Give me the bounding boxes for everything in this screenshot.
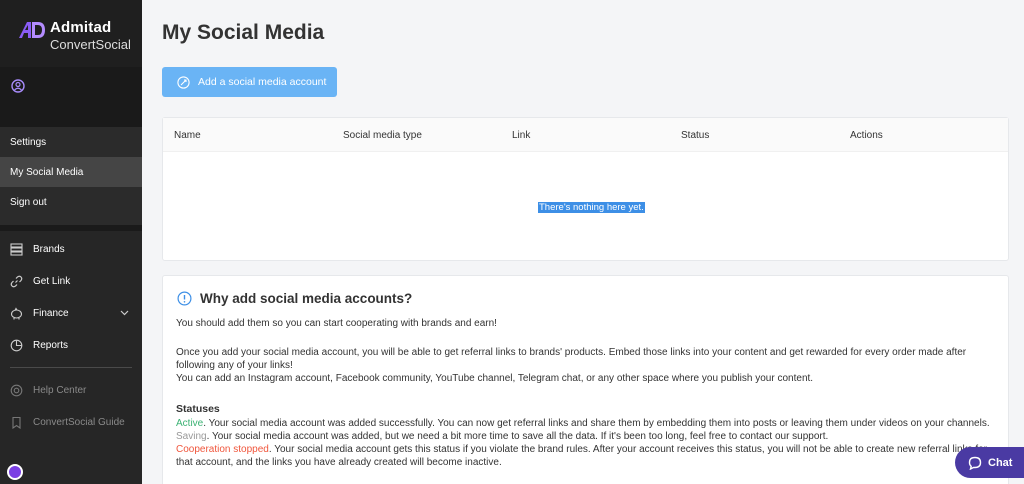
pie-chart-icon <box>10 339 23 351</box>
column-header-status[interactable]: Status <box>681 130 709 141</box>
bookmark-icon <box>12 416 21 429</box>
social-media-table: Name Social media type Link Status Actio… <box>162 117 1009 261</box>
brand-title: Admitad <box>50 19 112 36</box>
nav-item-brands[interactable]: Brands <box>0 233 142 265</box>
user-menu-spacer <box>0 217 142 225</box>
admitad-logo-icon <box>19 22 45 38</box>
status-stopped-description: Cooperation stopped. Your social media a… <box>176 443 1006 469</box>
status-stopped-label: Cooperation stopped <box>176 444 269 455</box>
status-saving-text: . Your social media account was added, b… <box>206 431 829 442</box>
help-icon <box>10 384 23 396</box>
status-active-description: Active. Your social media account was ad… <box>176 417 1006 430</box>
sidebar: Admitad ConvertSocial Settings My Social… <box>0 0 142 484</box>
nav-label: Finance <box>33 307 69 319</box>
user-menu: Settings My Social Media Sign out <box>0 127 142 225</box>
main-content: My Social Media Add a social media accou… <box>142 0 1024 484</box>
nav-item-help-center[interactable]: Help Center <box>0 374 142 406</box>
info-card: Why add social media accounts? You shoul… <box>162 275 1009 484</box>
status-active-text: . Your social media account was added su… <box>203 418 990 429</box>
status-dot-icon[interactable] <box>7 464 23 480</box>
nav-label: ConvertSocial Guide <box>33 416 125 428</box>
info-title: Why add social media accounts? <box>200 291 413 306</box>
add-account-icon <box>177 75 190 89</box>
add-social-media-account-button[interactable]: Add a social media account <box>162 67 337 97</box>
chat-bubble-icon <box>968 456 982 470</box>
status-saving-description: Saving. Your social media account was ad… <box>176 430 1006 443</box>
column-header-social-media-type[interactable]: Social media type <box>343 130 422 141</box>
status-stopped-text: . Your social media account gets this st… <box>176 444 988 468</box>
brand-subtitle: ConvertSocial <box>50 37 131 52</box>
user-menu-my-social-media[interactable]: My Social Media <box>0 157 142 187</box>
user-menu-sign-out[interactable]: Sign out <box>0 187 142 217</box>
stack-icon <box>10 242 23 256</box>
empty-state-text: There's nothing here yet. <box>538 202 645 213</box>
statuses-title: Statuses <box>176 403 220 415</box>
column-header-name[interactable]: Name <box>174 130 201 141</box>
info-paragraph-account-types: You can add an Instagram account, Facebo… <box>176 373 814 384</box>
column-header-actions[interactable]: Actions <box>850 130 883 141</box>
logo[interactable]: Admitad ConvertSocial <box>0 0 142 67</box>
main-nav: Brands Get Link Finance Reports Help Cen… <box>0 231 142 438</box>
table-header: Name Social media type Link Status Actio… <box>163 118 1008 152</box>
status-active-label: Active <box>176 418 204 429</box>
nav-item-finance[interactable]: Finance <box>0 297 142 329</box>
page-title: My Social Media <box>162 21 325 44</box>
chat-button[interactable]: Chat <box>955 447 1024 478</box>
column-header-link[interactable]: Link <box>512 130 530 141</box>
chevron-down-icon[interactable] <box>120 308 129 317</box>
info-paragraph-referral: Once you add your social media account, … <box>176 347 967 371</box>
user-block <box>0 67 142 127</box>
nav-label: Brands <box>33 243 65 255</box>
status-saving-label: Saving <box>176 431 207 442</box>
user-avatar-icon[interactable] <box>11 79 25 93</box>
nav-divider <box>10 367 132 368</box>
nav-label: Get Link <box>33 275 71 287</box>
add-button-label: Add a social media account <box>198 76 327 88</box>
nav-item-reports[interactable]: Reports <box>0 329 142 361</box>
user-menu-settings[interactable]: Settings <box>0 127 142 157</box>
link-icon <box>10 275 23 287</box>
nav-item-convertsocial-guide[interactable]: ConvertSocial Guide <box>0 406 142 438</box>
nav-item-get-link[interactable]: Get Link <box>0 265 142 297</box>
piggy-bank-icon <box>10 306 23 319</box>
nav-label: Help Center <box>33 384 87 396</box>
info-paragraph-intro: You should add them so you can start coo… <box>176 318 497 329</box>
info-icon <box>177 291 192 306</box>
nav-label: Reports <box>33 339 69 351</box>
chat-label: Chat <box>988 456 1013 469</box>
